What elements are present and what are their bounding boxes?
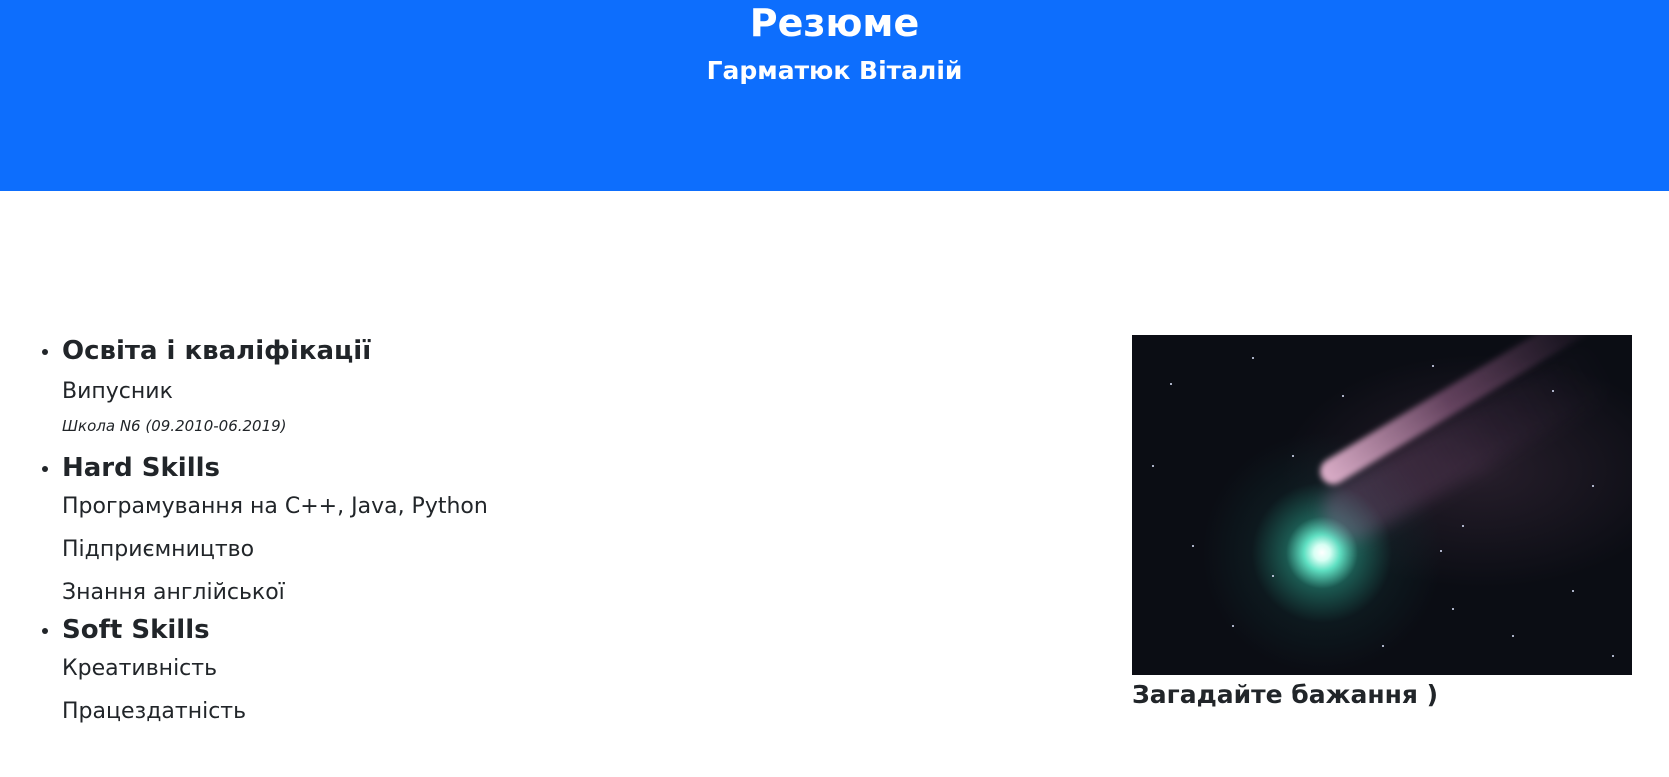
- star: [1252, 357, 1254, 359]
- hard-skill-item: Програмування на C++, Java, Python: [62, 494, 488, 519]
- section-hard-skills: Hard Skills Програмування на C++, Java, …: [42, 450, 488, 608]
- star: [1452, 608, 1454, 610]
- soft-skill-item: Працездатність: [62, 699, 247, 724]
- page-subtitle: Гарматюк Віталій: [706, 56, 963, 85]
- resume-sections-list: Освіта і кваліфікації Випусник Школа N6 …: [42, 333, 488, 727]
- star: [1152, 465, 1154, 467]
- hard-skill-item: Знання англійської: [62, 580, 285, 605]
- education-item: Випусник: [62, 379, 173, 404]
- section-heading-education: Освіта і кваліфікації: [62, 336, 372, 366]
- section-heading-hard-skills: Hard Skills: [62, 453, 221, 483]
- star: [1572, 590, 1574, 592]
- star: [1382, 645, 1384, 647]
- soft-skill-item: Креативність: [62, 656, 218, 681]
- hard-skill-item: Підприємництво: [62, 537, 255, 562]
- star: [1232, 625, 1234, 627]
- star: [1462, 525, 1464, 527]
- star: [1592, 485, 1594, 487]
- main-content: Освіта і кваліфікації Випусник Школа N6 …: [0, 191, 1669, 777]
- star: [1552, 390, 1554, 392]
- comet-photo: [1132, 335, 1632, 675]
- star: [1612, 655, 1614, 657]
- page-title: Резюме: [749, 1, 920, 45]
- bullet-icon: [42, 628, 48, 634]
- section-soft-skills: Soft Skills Креативність Працездатність: [42, 612, 488, 727]
- star: [1272, 575, 1274, 577]
- star: [1192, 545, 1194, 547]
- star: [1342, 395, 1344, 397]
- section-education: Освіта і кваліфікації Випусник Школа N6 …: [42, 333, 488, 437]
- page-header: Резюме Гарматюк Віталій: [0, 0, 1669, 191]
- section-heading-soft-skills: Soft Skills: [62, 615, 210, 645]
- star: [1292, 455, 1294, 457]
- bullet-icon: [42, 349, 48, 355]
- education-note: Школа N6 (09.2010-06.2019): [62, 417, 287, 435]
- star: [1440, 550, 1442, 552]
- comet-figure: Загадайте бажання ): [1132, 335, 1632, 713]
- star: [1170, 383, 1172, 385]
- bullet-icon: [42, 466, 48, 472]
- star: [1512, 635, 1514, 637]
- image-caption: Загадайте бажання ): [1132, 680, 1439, 709]
- star: [1432, 365, 1434, 367]
